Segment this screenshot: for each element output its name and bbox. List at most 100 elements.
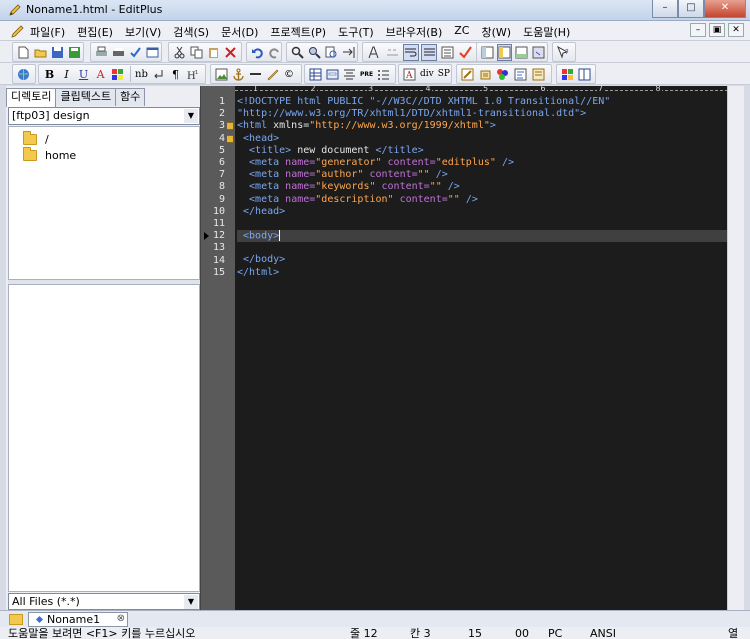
save-icon[interactable] — [50, 44, 65, 61]
image-icon[interactable] — [214, 66, 229, 83]
line-break-icon[interactable] — [151, 66, 166, 83]
preformatted-button[interactable]: PRE — [359, 66, 374, 83]
code-line[interactable]: <body> — [237, 230, 727, 243]
menu-project[interactable]: 프로젝트(P) — [270, 24, 326, 40]
window-list-icon[interactable] — [480, 44, 495, 61]
italic-button[interactable]: I — [59, 66, 74, 83]
color-grid-icon[interactable] — [560, 66, 575, 83]
heading-icon[interactable]: H1 — [185, 66, 200, 83]
font-icon[interactable] — [366, 44, 382, 61]
find-icon[interactable] — [290, 44, 305, 61]
save-all-icon[interactable] — [67, 44, 82, 61]
code-line[interactable] — [237, 242, 727, 254]
replace-icon[interactable] — [307, 44, 322, 61]
color-palette-icon[interactable] — [110, 66, 125, 83]
color-picker-icon[interactable] — [495, 66, 511, 83]
maximize-button[interactable]: □ — [678, 0, 704, 18]
menu-zc[interactable]: ZC — [454, 24, 469, 40]
code-line[interactable]: </html> — [237, 267, 727, 279]
redo-icon[interactable] — [267, 44, 282, 61]
line-number-icon[interactable] — [439, 44, 455, 61]
code-line[interactable]: <head> — [237, 133, 727, 145]
div-button[interactable]: div — [419, 66, 435, 83]
close-button[interactable]: ✕ — [704, 0, 746, 18]
code-editor[interactable]: 1 2 3 4 5 6 7 8 9 10 11 12 13 14 15 12345678 <!DOCTYPE… — [200, 86, 728, 610]
code-line[interactable]: <!DOCTYPE html PUBLIC "-//W3C//DTD XHTML… — [237, 96, 727, 108]
folder-item[interactable]: home — [23, 146, 76, 163]
frame-icon[interactable] — [577, 66, 592, 83]
bold-button[interactable]: B — [42, 66, 57, 83]
chevron-down-icon[interactable]: ▼ — [184, 109, 198, 123]
table-icon[interactable] — [308, 66, 323, 83]
close-icon[interactable]: ⊗ — [117, 613, 125, 624]
code-line[interactable]: "http://www.w3.org/TR/xhtml1/DTD/xhtml1-… — [237, 108, 727, 120]
cliptext-window-icon[interactable] — [531, 44, 546, 61]
directory-window-icon[interactable] — [497, 43, 512, 61]
code-line[interactable]: <meta name="author" content="" /> — [237, 169, 727, 181]
font-color-button[interactable]: A — [93, 66, 108, 83]
menu-help[interactable]: 도움말(H) — [523, 24, 570, 40]
menu-tools[interactable]: 도구(T) — [338, 24, 374, 40]
menu-edit[interactable]: 편집(E) — [77, 24, 113, 40]
delete-icon[interactable] — [223, 44, 238, 61]
menu-browser[interactable]: 브라우저(B) — [386, 24, 443, 40]
tab-functions[interactable]: 함수 — [115, 88, 146, 106]
hex-view-icon[interactable] — [384, 44, 400, 61]
menu-search[interactable]: 검색(S) — [173, 24, 209, 40]
minimize-button[interactable]: – — [652, 0, 678, 18]
nbsp-button[interactable]: nb — [134, 66, 149, 83]
script-icon[interactable] — [478, 66, 494, 83]
browser-view-icon[interactable] — [145, 44, 160, 61]
bookmark-list-icon[interactable] — [530, 66, 546, 83]
fold-marker-icon[interactable] — [227, 134, 233, 143]
font-tag-icon[interactable]: A — [402, 66, 417, 83]
file-filter-select[interactable]: All Files (*.*) ▼ — [8, 593, 200, 610]
paragraph-icon[interactable]: ¶ — [168, 66, 183, 83]
menu-window[interactable]: 창(W) — [481, 24, 511, 40]
folder-item[interactable]: / — [23, 130, 49, 147]
special-char-icon[interactable]: © — [282, 66, 296, 83]
code-line[interactable]: <html xmlns="http://www.w3.org/1999/xhtm… — [237, 120, 727, 132]
find-in-files-icon[interactable] — [324, 44, 339, 61]
directory-select[interactable]: [ftp03] design ▼ — [8, 107, 200, 125]
tab-cliptext[interactable]: 클립텍스트 — [55, 88, 117, 106]
tab-directory[interactable]: 디렉토리 — [6, 88, 57, 107]
copy-icon[interactable] — [189, 44, 204, 61]
word-wrap-icon[interactable] — [402, 43, 419, 61]
check-icon[interactable] — [458, 44, 474, 61]
folder-icon[interactable] — [9, 614, 23, 625]
center-align-icon[interactable] — [342, 66, 357, 83]
print-icon[interactable] — [111, 44, 126, 61]
code-area[interactable]: <!DOCTYPE html PUBLIC "-//W3C//DTD XHTML… — [237, 96, 727, 279]
code-line[interactable]: <meta name="keywords" content="" /> — [237, 181, 727, 193]
menu-file[interactable]: 파일(F) — [30, 24, 65, 40]
html-tag-icon[interactable] — [460, 66, 476, 83]
doc-close-button[interactable]: ✕ — [728, 23, 744, 37]
open-folder-icon[interactable] — [33, 44, 48, 61]
code-line[interactable]: <meta name="generator" content="editplus… — [237, 157, 727, 169]
ruler-toggle-icon[interactable] — [420, 43, 438, 61]
print-preview-icon[interactable] — [94, 44, 109, 61]
list-icon[interactable] — [376, 66, 391, 83]
horizontal-rule-icon[interactable] — [248, 66, 263, 83]
output-window-icon[interactable] — [514, 44, 529, 61]
goto-line-icon[interactable] — [341, 44, 356, 61]
cut-icon[interactable] — [172, 44, 187, 61]
spell-check-icon[interactable] — [128, 44, 143, 61]
doc-restore-button[interactable]: ▣ — [709, 23, 725, 37]
vertical-scrollbar[interactable] — [727, 86, 744, 610]
code-line[interactable]: </body> — [237, 254, 727, 266]
anchor-icon[interactable] — [231, 66, 246, 83]
menu-view[interactable]: 보기(V) — [125, 24, 161, 40]
menu-document[interactable]: 문서(D) — [221, 24, 258, 40]
code-line[interactable]: </head> — [237, 206, 727, 218]
fold-marker-icon[interactable] — [227, 122, 233, 131]
code-view-icon[interactable] — [513, 66, 529, 83]
document-tab[interactable]: Noname1 ⊗ — [28, 612, 128, 627]
browser-globe-icon[interactable] — [16, 66, 31, 83]
comment-icon[interactable] — [265, 66, 280, 83]
form-icon[interactable] — [325, 66, 340, 83]
document-pencil-icon[interactable] — [11, 24, 25, 38]
chevron-down-icon[interactable]: ▼ — [184, 595, 198, 609]
new-file-icon[interactable] — [16, 44, 31, 61]
